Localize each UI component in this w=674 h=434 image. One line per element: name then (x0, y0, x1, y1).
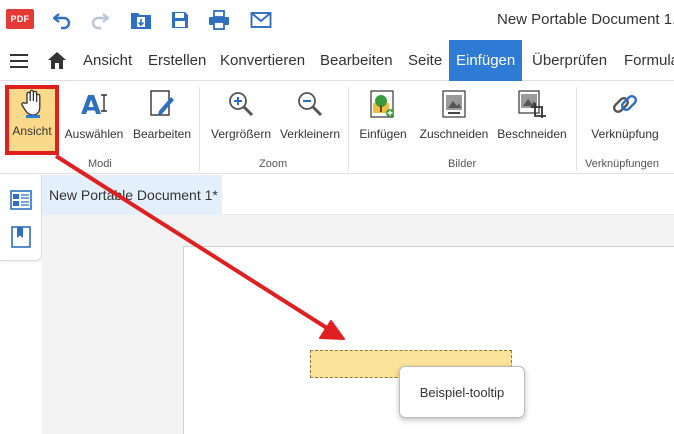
bearbeiten-button[interactable]: Bearbeiten (133, 85, 191, 149)
ribbon: Ansicht A Auswählen Bearbeiten Modi Verg… (0, 81, 674, 174)
document-tab[interactable]: New Portable Document 1* (42, 175, 222, 215)
redo-icon[interactable] (88, 8, 112, 32)
hamburger-menu-icon[interactable] (9, 40, 29, 81)
bild-einfuegen-button-label: Einfügen (359, 127, 407, 141)
hand-icon (16, 87, 48, 121)
zoom-in-icon (225, 87, 257, 121)
app-logo: PDF (6, 9, 34, 29)
app-logo-text: PDF (10, 14, 30, 24)
ribbon-separator (199, 87, 200, 171)
menu-erstellen[interactable]: Erstellen (148, 40, 206, 81)
menu-einfuegen[interactable]: Einfügen (449, 40, 523, 81)
ribbon-separator (348, 87, 349, 171)
insert-image-icon (367, 87, 399, 121)
group-label-modi: Modi (88, 158, 112, 170)
ansicht-button-label: Ansicht (12, 124, 52, 138)
save-icon[interactable] (168, 8, 192, 32)
verkleinern-button[interactable]: Verkleinern (279, 85, 341, 149)
group-label-zoom: Zoom (259, 158, 288, 170)
svg-text:A: A (81, 91, 101, 119)
crop-image-icon (516, 87, 548, 121)
ribbon-separator (576, 87, 577, 171)
bookmarks-panel-icon[interactable] (11, 226, 31, 248)
link-icon (609, 87, 641, 121)
zuschneiden-button-label: Zuschneiden (419, 127, 489, 141)
print-icon[interactable] (206, 8, 232, 32)
email-icon[interactable] (248, 8, 274, 32)
home-icon[interactable] (47, 40, 69, 81)
zoom-out-icon (294, 87, 326, 121)
text-select-icon: A (78, 87, 110, 121)
verknuepfung-button-label: Verknüpfung (591, 127, 659, 141)
undo-icon[interactable] (50, 8, 74, 32)
auswaehlen-button-label: Auswählen (64, 127, 124, 141)
menu-ansicht[interactable]: Ansicht (83, 40, 132, 81)
resize-image-icon (438, 87, 470, 121)
menu-formular[interactable]: Formula (624, 40, 674, 81)
group-label-bilder: Bilder (448, 158, 477, 170)
beschneiden-button[interactable]: Beschneiden (497, 85, 567, 149)
beschneiden-button-label: Beschneiden (497, 127, 567, 141)
menu-seite[interactable]: Seite (408, 40, 442, 81)
group-label-verknuepfungen: Verknüpfungen (585, 158, 660, 170)
vergroessern-button-label: Vergrößern (210, 127, 272, 141)
zuschneiden-button[interactable]: Zuschneiden (417, 85, 491, 149)
bearbeiten-button-label: Bearbeiten (132, 127, 192, 141)
ansicht-button[interactable]: Ansicht (5, 85, 59, 155)
bild-einfuegen-button[interactable]: Einfügen (357, 85, 409, 149)
menu-konvertieren[interactable]: Konvertieren (220, 40, 305, 81)
vergroessern-button[interactable]: Vergrößern (209, 85, 273, 149)
title-bar: PDF New Portable Document 1.pd (0, 0, 674, 40)
edit-document-icon (146, 87, 178, 121)
menu-bearbeiten[interactable]: Bearbeiten (320, 40, 393, 81)
window-title: New Portable Document 1.pd (497, 11, 674, 28)
document-tab-bar: New Portable Document 1* (42, 175, 674, 215)
tooltip: Beispiel-tooltip (399, 366, 525, 418)
open-file-icon[interactable] (128, 8, 154, 32)
auswaehlen-button[interactable]: A Auswählen (63, 85, 125, 149)
menu-bar: Ansicht Erstellen Konvertieren Bearbeite… (0, 40, 674, 81)
pages-panel-icon[interactable] (10, 190, 32, 210)
verkleinern-button-label: Verkleinern (279, 127, 341, 141)
verknuepfung-button[interactable]: Verknüpfung (588, 85, 662, 149)
menu-ueberpruefen[interactable]: Überprüfen (532, 40, 607, 81)
side-panel (0, 175, 42, 261)
